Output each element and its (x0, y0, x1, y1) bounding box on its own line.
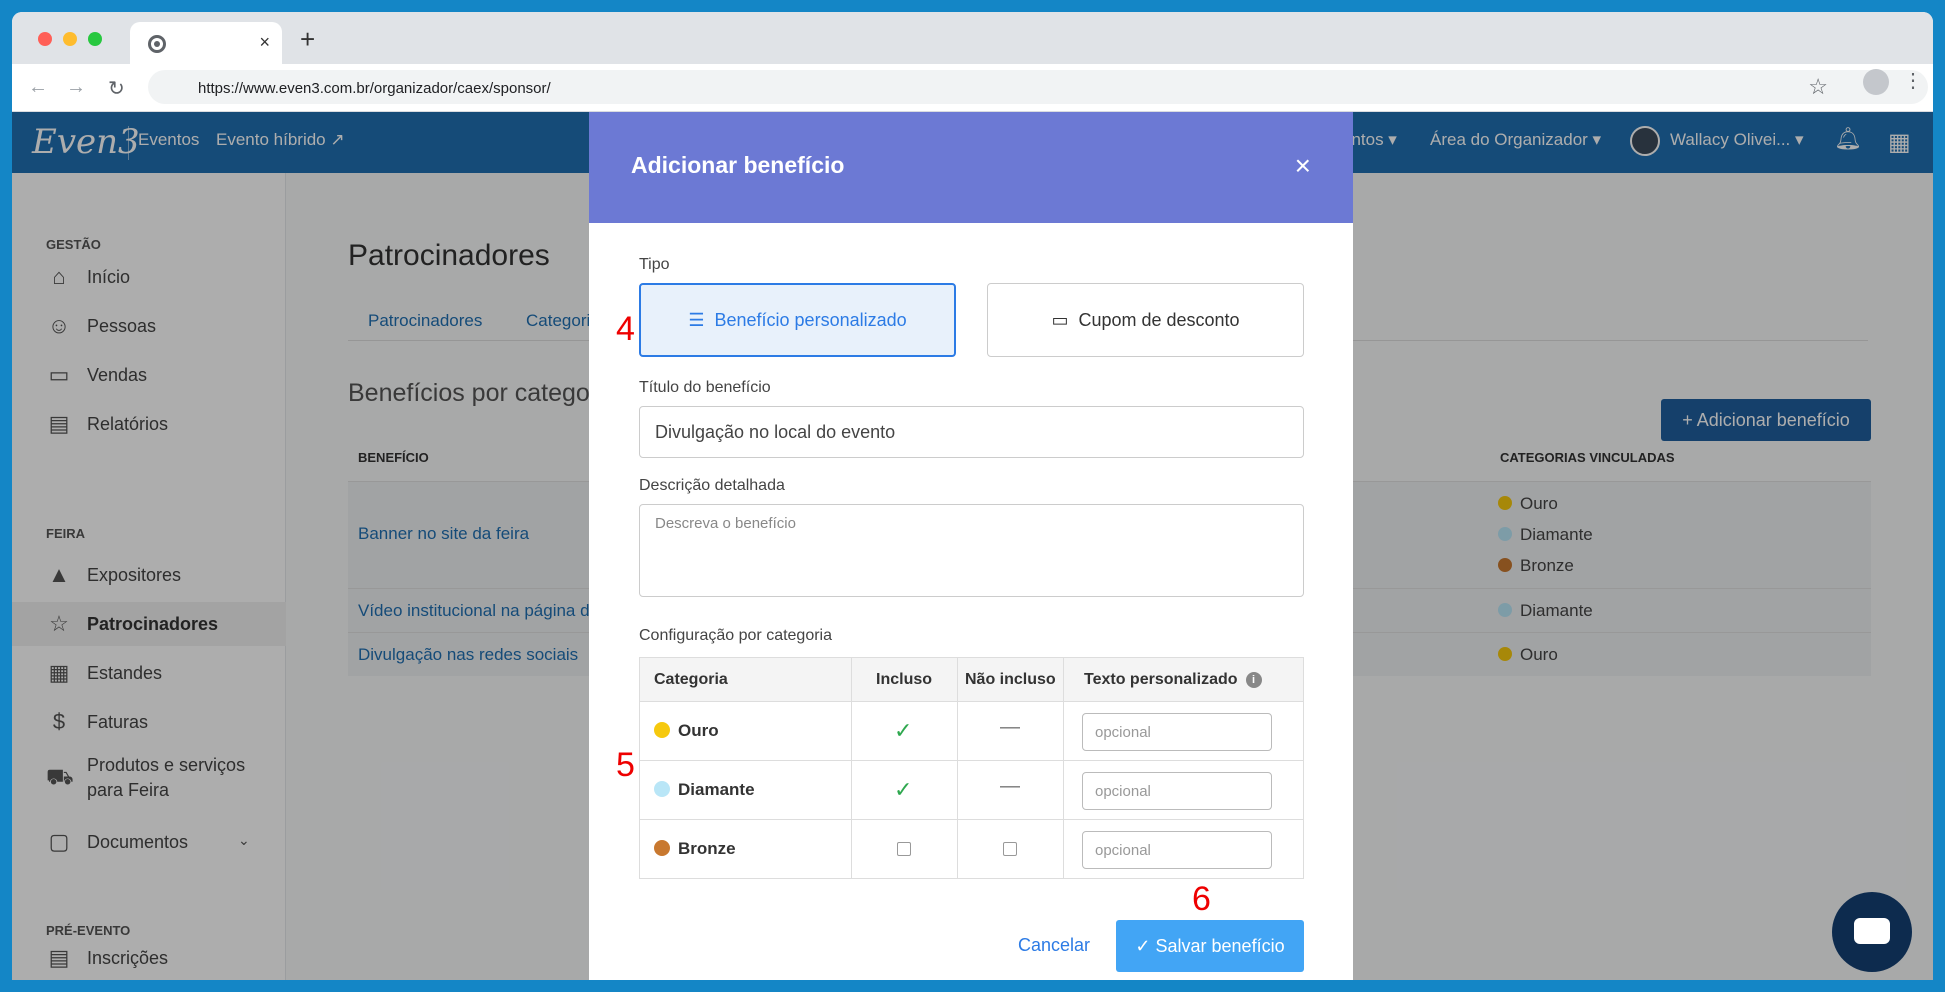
titulo-label: Título do benefício (639, 379, 771, 396)
descricao-label: Descrição detalhada (639, 477, 785, 494)
texto-input[interactable]: opcional (1082, 713, 1272, 751)
back-arrow-icon[interactable]: ← (28, 76, 48, 99)
modal-title: Adicionar benefício (631, 152, 845, 178)
reload-icon[interactable]: ↻ (108, 76, 125, 101)
step-marker-5: 5 (616, 746, 635, 784)
type-personalizado-button[interactable]: ☰ Benefício personalizado (639, 283, 956, 357)
check-icon[interactable]: ✓ (894, 777, 912, 803)
config-table-header: Categoria Incluso Não incluso Texto pers… (640, 658, 1303, 702)
save-benefit-button[interactable]: ✓ Salvar benefício (1116, 920, 1304, 972)
texto-input[interactable]: opcional (1082, 831, 1272, 869)
chat-button[interactable] (1832, 892, 1912, 972)
profile-icon[interactable] (1863, 69, 1889, 95)
close-icon[interactable]: × (1295, 150, 1311, 182)
forward-arrow-icon[interactable]: → (66, 76, 86, 99)
descricao-textarea[interactable]: Descreva o benefício (639, 504, 1304, 597)
config-row-ouro: Ouro ✓ — opcional (640, 702, 1303, 761)
browser-tab[interactable]: × (130, 22, 282, 64)
divider (1063, 658, 1064, 878)
new-tab-button[interactable]: + (300, 26, 315, 52)
step-marker-4: 4 (616, 310, 635, 348)
info-icon[interactable]: i (1245, 672, 1262, 688)
config-row-bronze: Bronze opcional (640, 820, 1303, 879)
dash-icon[interactable]: — (1000, 716, 1020, 739)
list-icon: ☰ (688, 310, 705, 330)
modal-header: Adicionar benefício × (589, 112, 1353, 223)
tab-bar: × + (12, 12, 1933, 64)
config-row-diamante: Diamante ✓ — opcional (640, 761, 1303, 820)
check-icon[interactable]: ✓ (894, 718, 912, 744)
step-marker-6: 6 (1192, 880, 1211, 918)
titulo-input[interactable]: Divulgação no local do evento (639, 406, 1304, 458)
nao-incluso-checkbox[interactable] (1003, 842, 1017, 856)
bookmark-star-icon[interactable]: ☆ (1808, 74, 1828, 100)
dash-icon[interactable]: — (1000, 775, 1020, 798)
divider (957, 658, 958, 878)
type-cupom-button[interactable]: ▭ Cupom de desconto (987, 283, 1304, 357)
app: Even3 Eventos Evento híbrido ↗ entos ▾ Á… (12, 112, 1933, 980)
address-bar[interactable]: https://www.even3.com.br/organizador/cae… (148, 70, 1928, 104)
cancel-button[interactable]: Cancelar (1018, 935, 1090, 956)
browser-menu-icon[interactable]: ⋮ (1903, 68, 1923, 93)
ticket-icon: ▭ (1051, 310, 1069, 330)
incluso-checkbox[interactable] (897, 842, 911, 856)
divider (851, 658, 852, 878)
chrome-icon (148, 35, 166, 53)
config-label: Configuração por categoria (639, 627, 833, 644)
texto-input[interactable]: opcional (1082, 772, 1272, 810)
category-config-table: Categoria Incluso Não incluso Texto pers… (639, 657, 1304, 879)
tipo-label: Tipo (639, 256, 670, 273)
address-bar-row: ← → ↻ https://www.even3.com.br/organizad… (12, 64, 1933, 112)
url-text[interactable]: https://www.even3.com.br/organizador/cae… (198, 80, 551, 97)
tab-close-icon[interactable]: × (259, 32, 270, 53)
close-window-button[interactable] (38, 32, 52, 46)
browser-window: × + ← → ↻ https://www.even3.com.br/organ… (12, 12, 1933, 980)
add-benefit-modal: Adicionar benefício × Tipo ☰ Benefício pe… (589, 112, 1353, 980)
maximize-window-button[interactable] (88, 32, 102, 46)
check-icon: ✓ (1135, 936, 1156, 956)
minimize-window-button[interactable] (63, 32, 77, 46)
